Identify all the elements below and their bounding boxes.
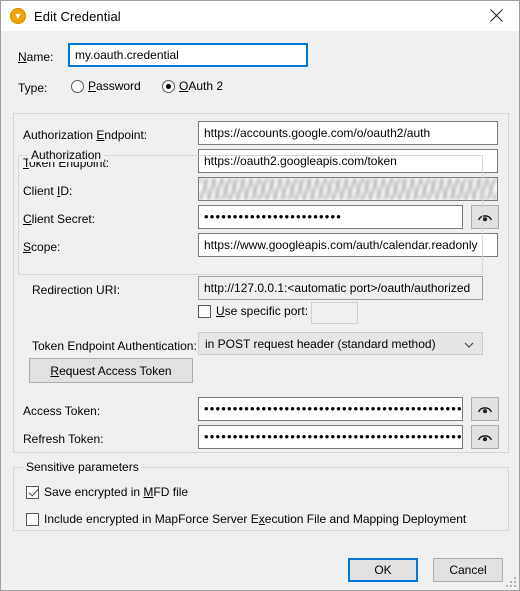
save-encrypted-mfd-label: Save encrypted in MFD file — [44, 485, 189, 499]
sensitive-parameters-title: Sensitive parameters — [23, 460, 142, 474]
radio-password-mark — [71, 79, 84, 93]
save-encrypted-mfd-box — [26, 485, 39, 499]
refresh-token-reveal-button[interactable] — [471, 425, 499, 449]
refresh-token-input[interactable]: ••••••••••••••••••••••••••••••••••••••••… — [198, 425, 463, 449]
redirection-uri-label: Redirection URI: — [32, 283, 121, 297]
title-bar: ▼ Edit Credential — [1, 1, 519, 32]
name-input[interactable] — [68, 43, 308, 67]
name-label: Name: — [18, 50, 54, 64]
include-encrypted-server-label: Include encrypted in MapForce Server Exe… — [44, 512, 467, 526]
eye-icon — [477, 432, 493, 443]
redirection-uri-input[interactable] — [198, 276, 483, 300]
authorization-group-title: Authorization — [28, 148, 105, 162]
token-endpoint-auth-value: in POST request header (standard method) — [205, 336, 436, 351]
use-specific-port-checkbox[interactable]: Use specific port: — [198, 304, 308, 318]
eye-icon — [477, 404, 493, 415]
identity-section: Name: Type: Password OAuth 2 — [1, 31, 519, 106]
use-specific-port-label: Use specific port: — [216, 304, 309, 318]
token-endpoint-auth-label: Token Endpoint Authentication: — [32, 339, 197, 353]
window-title: Edit Credential — [34, 8, 121, 24]
access-token-input[interactable]: ••••••••••••••••••••••••••••••••••••••••… — [198, 397, 463, 421]
request-access-token-button[interactable]: Request Access Token — [29, 358, 193, 383]
cancel-button[interactable]: Cancel — [433, 558, 503, 582]
include-encrypted-server-checkbox[interactable]: Include encrypted in MapForce Server Exe… — [26, 512, 466, 526]
authorization-endpoint-input[interactable] — [198, 121, 498, 145]
authorization-group: Authorization — [18, 148, 483, 275]
specific-port-input[interactable] — [311, 302, 358, 324]
close-icon — [489, 9, 503, 22]
type-label: Type: — [18, 81, 48, 95]
authorization-endpoint-label: Authorization Endpoint: — [23, 128, 148, 142]
radio-password-label: Password — [88, 79, 141, 93]
ok-button[interactable]: OK — [348, 558, 418, 582]
radio-oauth2[interactable]: OAuth 2 — [162, 79, 223, 93]
resize-grip[interactable] — [505, 576, 517, 588]
edit-credential-dialog: ▼ Edit Credential Name: Type: Password O… — [0, 0, 520, 591]
chevron-down-icon — [464, 339, 474, 349]
radio-oauth2-mark — [162, 79, 175, 93]
credential-app-icon: ▼ — [10, 8, 26, 24]
use-specific-port-box — [198, 304, 211, 318]
radio-password[interactable]: Password — [71, 79, 141, 93]
close-button[interactable] — [473, 1, 519, 30]
include-encrypted-server-box — [26, 512, 39, 526]
cancel-button-label: Cancel — [449, 563, 487, 577]
save-encrypted-mfd-checkbox[interactable]: Save encrypted in MFD file — [26, 485, 188, 499]
radio-oauth2-label: OAuth 2 — [179, 79, 224, 93]
access-token-reveal-button[interactable] — [471, 397, 499, 421]
request-access-token-label: Request Access Token — [50, 363, 172, 378]
access-token-label: Access Token: — [23, 404, 101, 418]
refresh-token-label: Refresh Token: — [23, 432, 104, 446]
ok-button-label: OK — [374, 563, 392, 577]
token-endpoint-auth-select[interactable]: in POST request header (standard method) — [198, 332, 483, 355]
